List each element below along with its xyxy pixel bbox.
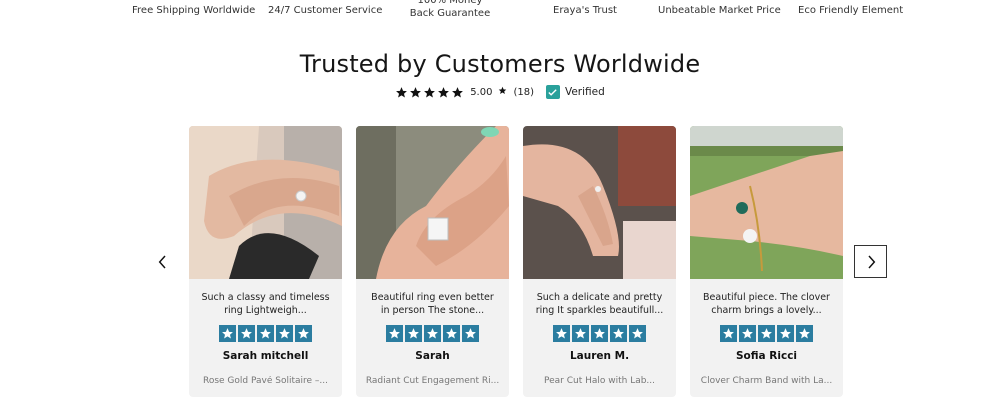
feature-market-price: Unbeatable Market Price (658, 5, 781, 16)
product-link[interactable]: Pear Cut Halo with Lab... (523, 376, 676, 386)
rating-stars (395, 86, 464, 99)
feature-customer-service: 24/7 Customer Service (268, 5, 383, 16)
rating-value: 5.00 (470, 86, 493, 98)
star-icon (438, 86, 450, 97)
review-card[interactable]: Beautiful piece. The clover charm brings… (690, 126, 843, 397)
star-icon (260, 328, 271, 339)
reviewer-name: Lauren M. (569, 350, 630, 362)
feature-strip: Free Shipping Worldwide 24/7 Customer Se… (0, 0, 1000, 30)
star-icon (279, 328, 290, 339)
section-title: Trusted by Customers Worldwide (299, 50, 701, 78)
star-icon (613, 328, 624, 339)
star-icon (556, 328, 567, 339)
chevron-right-icon (867, 255, 875, 268)
review-card[interactable]: Such a classy and timeless ring Lightwei… (189, 126, 342, 397)
review-stars (523, 325, 676, 342)
rating-summary: 5.00 (18) Verified (0, 84, 1000, 100)
feature-trust: Eraya's Trust (553, 5, 617, 16)
star-icon (575, 328, 586, 339)
star-icon (465, 328, 476, 339)
star-icon (241, 328, 252, 339)
review-stars (189, 325, 342, 342)
review-text: Such a delicate and pretty ring It spark… (535, 292, 664, 316)
star-icon (632, 328, 643, 339)
product-link[interactable]: Radiant Cut Engagement Ri... (356, 376, 509, 386)
star-icon (446, 328, 457, 339)
check-icon (545, 85, 560, 99)
star-icon (723, 328, 734, 339)
review-photo (690, 126, 843, 279)
star-icon (424, 86, 436, 97)
star-icon (389, 328, 400, 339)
star-icon (408, 328, 419, 339)
star-icon (427, 328, 438, 339)
review-card[interactable]: Such a delicate and pretty ring It spark… (523, 126, 676, 397)
star-icon (452, 86, 464, 97)
chevron-left-icon (158, 255, 166, 269)
reviewer-name: Sarah mitchell (222, 350, 309, 362)
star-icon (799, 328, 810, 339)
review-stars (690, 325, 843, 342)
star-icon (761, 328, 772, 339)
review-photo (523, 126, 676, 279)
product-link[interactable]: Rose Gold Pavé Solitaire –... (189, 376, 342, 386)
star-icon (780, 328, 791, 339)
verified-badge: Verified (545, 85, 605, 99)
review-text: Such a classy and timeless ring Lightwei… (201, 292, 330, 316)
star-icon (396, 86, 408, 97)
review-stars (356, 325, 509, 342)
feature-free-shipping: Free Shipping Worldwide (132, 5, 256, 16)
star-icon (498, 86, 507, 98)
carousel-next-button[interactable] (854, 245, 887, 278)
rating-count: (18) (513, 86, 534, 98)
review-card[interactable]: Beautiful ring even better in person The… (356, 126, 509, 397)
star-icon (594, 328, 605, 339)
product-link[interactable]: Clover Charm Band with La... (690, 376, 843, 386)
review-photo (189, 126, 342, 279)
review-text: Beautiful piece. The clover charm brings… (703, 292, 830, 316)
review-photo (356, 126, 509, 279)
feature-eco-friendly: Eco Friendly Element (798, 5, 904, 16)
feature-money-back: 100% Money Back Guarantee (409, 0, 491, 19)
star-icon (298, 328, 309, 339)
reviewer-name: Sofia Ricci (735, 350, 798, 362)
star-icon (742, 328, 753, 339)
review-text: Beautiful ring even better in person The… (371, 292, 494, 316)
reviewer-name: Sarah (415, 350, 450, 362)
star-icon (410, 86, 422, 97)
verified-label: Verified (564, 86, 605, 98)
carousel-prev-button[interactable] (152, 248, 174, 276)
star-icon (222, 328, 233, 339)
